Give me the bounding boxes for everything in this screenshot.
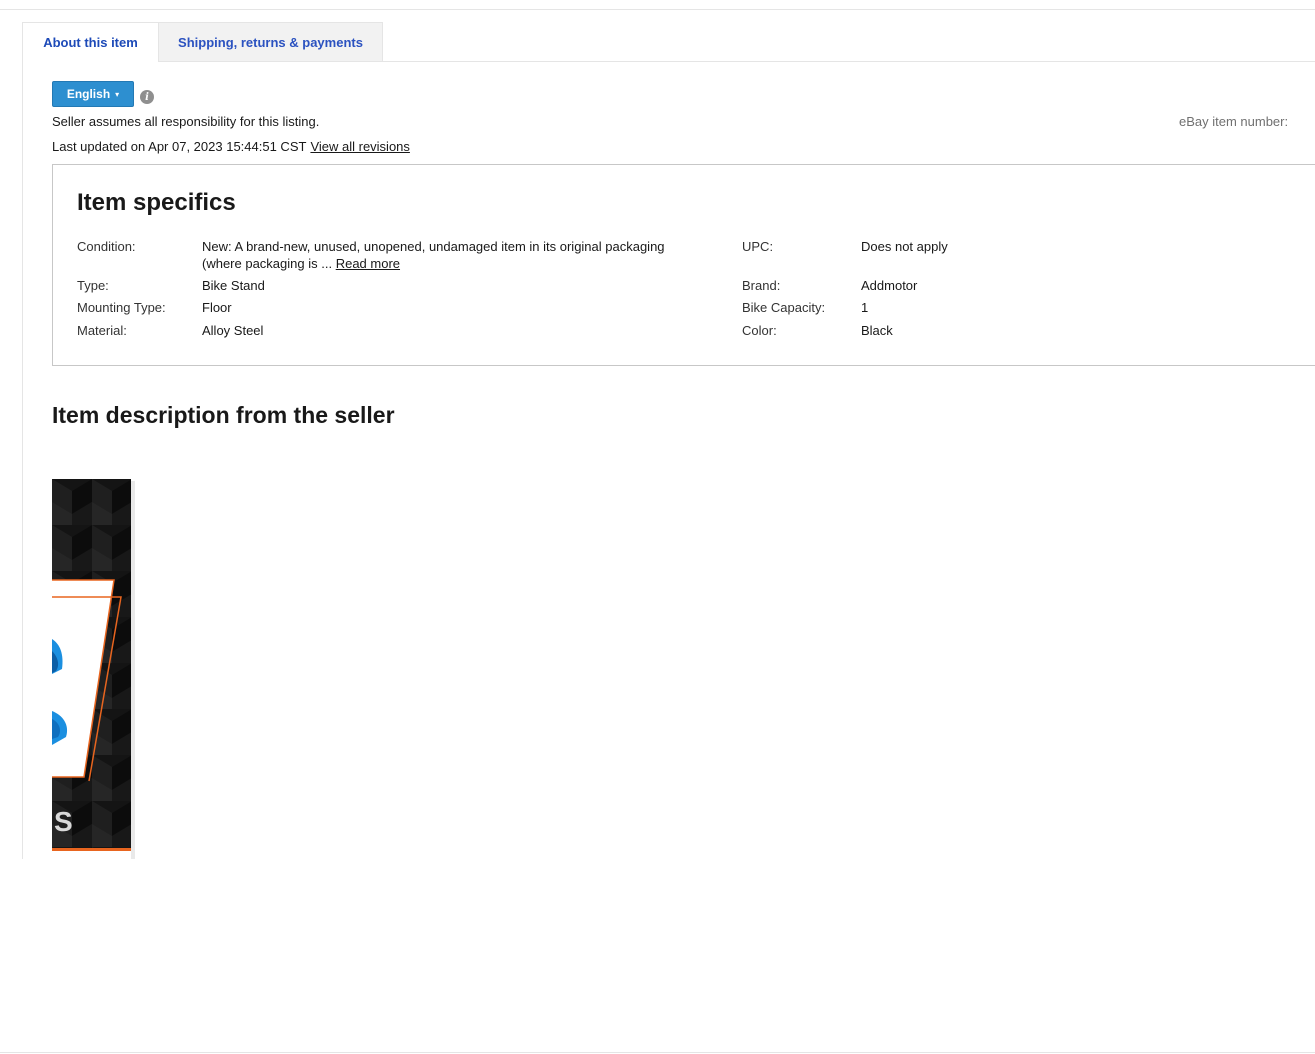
info-icon[interactable]: i <box>140 90 154 104</box>
spec-value-upc: Does not apply <box>861 239 948 254</box>
spec-value-condition: New: A brand-new, unused, unopened, unda… <box>202 239 665 254</box>
item-number-label: eBay item number: <box>1179 114 1289 129</box>
chevron-down-icon: ▾ <box>115 89 120 99</box>
read-more-link[interactable]: Read more <box>336 256 400 271</box>
spec-label-color: Color: <box>742 323 777 338</box>
item-description-title: Item description from the seller <box>52 402 395 428</box>
view-all-revisions-link[interactable]: View all revisions <box>310 139 409 154</box>
spec-label-type: Type: <box>77 278 109 293</box>
responsibility-text: Seller assumes all responsibility for th… <box>52 114 320 129</box>
language-label: English <box>66 87 111 101</box>
spec-label-condition: Condition: <box>77 239 136 254</box>
spec-label-mounting-type: Mounting Type: <box>77 300 166 315</box>
language-dropdown-button[interactable]: English ▾ <box>52 81 134 107</box>
spec-value-bike-capacity: 1 <box>861 300 869 315</box>
last-updated-prefix: Last updated on <box>52 139 146 154</box>
spec-value-mounting-type: Floor <box>202 300 232 315</box>
spec-value-material: Alloy Steel <box>202 323 264 338</box>
item-specifics-title: Item specifics <box>77 189 236 216</box>
spec-value-brand: Addmotor <box>861 278 918 293</box>
tab-strip-divider <box>158 61 1315 62</box>
condition-truncated: (where packaging is ... <box>202 256 333 271</box>
last-updated-date: Apr 07, 2023 15:44:51 CST <box>148 139 307 154</box>
seller-description-image: S <box>52 479 131 851</box>
spec-value-type: Bike Stand <box>202 278 265 293</box>
spec-value-color: Black <box>861 323 893 338</box>
tab-shipping-returns-payments[interactable]: Shipping, returns & payments <box>158 22 383 61</box>
spec-label-brand: Brand: <box>742 278 781 293</box>
spec-label-material: Material: <box>77 323 127 338</box>
bottom-divider <box>0 1052 1315 1053</box>
spec-value-condition-cont: (where packaging is ... Read more <box>202 256 400 271</box>
tab-about-this-item[interactable]: About this item <box>22 22 159 62</box>
description-image-shadow <box>131 481 135 859</box>
spec-label-bike-capacity: Bike Capacity: <box>742 300 826 315</box>
spec-label-upc: UPC: <box>742 239 774 254</box>
top-divider <box>0 9 1315 10</box>
last-updated: Last updated on Apr 07, 2023 15:44:51 CS… <box>52 139 410 154</box>
description-banner-graphic: S <box>52 479 131 851</box>
svg-text:S: S <box>54 806 73 837</box>
